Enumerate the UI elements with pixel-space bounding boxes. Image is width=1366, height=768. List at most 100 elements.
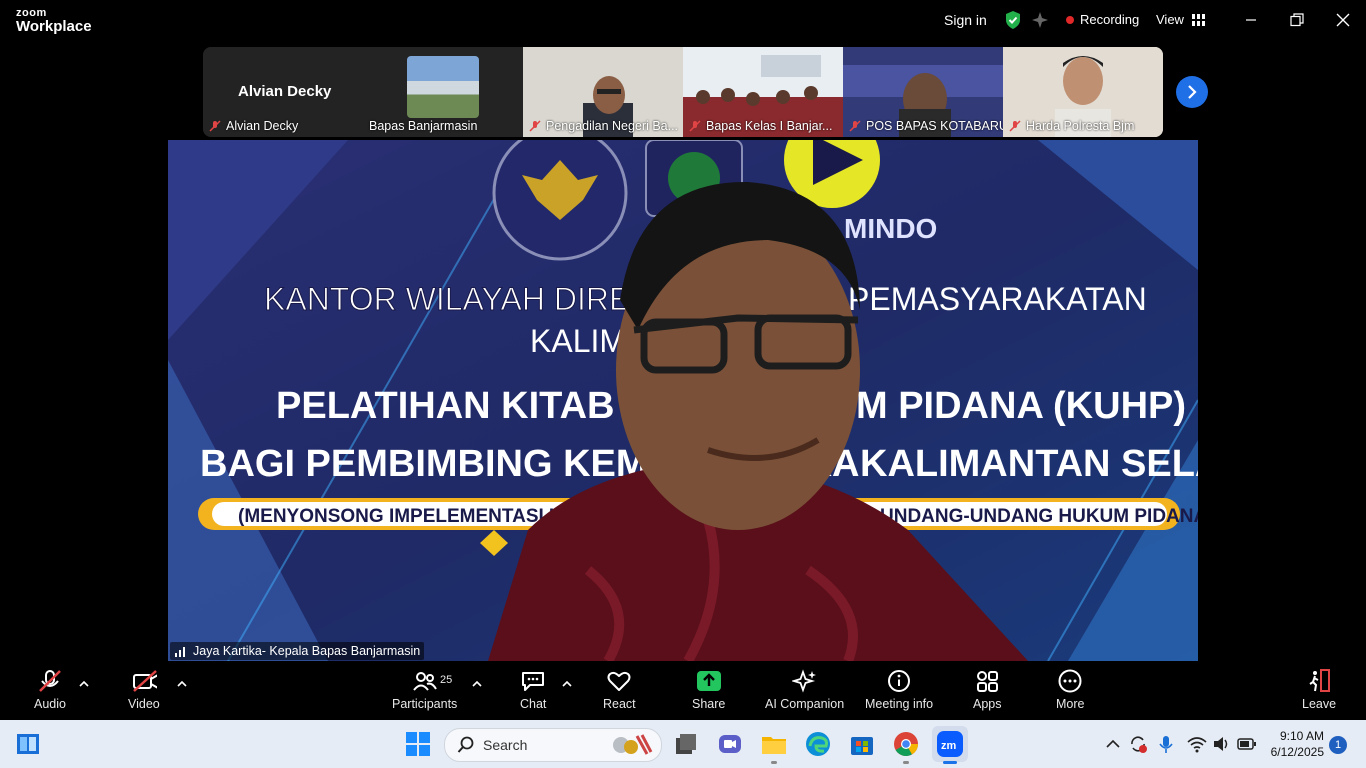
- view-button[interactable]: View: [1156, 12, 1205, 27]
- mic-muted-icon: [209, 120, 221, 132]
- participant-image: [407, 56, 479, 118]
- notification-badge[interactable]: 1: [1329, 736, 1347, 754]
- ai-companion-label: AI Companion: [765, 697, 845, 711]
- search-icon: [457, 736, 474, 753]
- chat-icon: [522, 672, 545, 691]
- minimize-icon: [1246, 19, 1256, 21]
- more-button[interactable]: More: [1056, 669, 1084, 717]
- more-label: More: [1056, 697, 1085, 711]
- chevron-up-icon[interactable]: [1105, 736, 1121, 757]
- shield-check-icon[interactable]: [1003, 10, 1023, 30]
- chrome-browser-icon[interactable]: [892, 730, 920, 758]
- video-off-icon: [132, 670, 157, 692]
- participant-thumbnail[interactable]: Pengadilan Negeri Ba...: [523, 47, 683, 137]
- task-view-icon[interactable]: [16, 732, 40, 756]
- clock-date[interactable]: 6/12/2025: [1266, 745, 1324, 759]
- meeting-info-label: Meeting info: [865, 697, 934, 711]
- mic-muted-icon: [1009, 120, 1021, 132]
- microsoft-store-icon[interactable]: [848, 730, 876, 758]
- share-button[interactable]: Share: [692, 669, 725, 717]
- main-speaker-video[interactable]: MINDO KANTOR WILAYAH DIREKTO PEMASYARAKA…: [168, 140, 1198, 661]
- participant-name: Alvian Decky: [226, 119, 299, 133]
- taskbar-search-box[interactable]: Search: [444, 728, 662, 762]
- recording-dot-icon: [1066, 15, 1074, 24]
- microphone-icon[interactable]: [1158, 734, 1174, 759]
- share-label: Share: [692, 697, 726, 711]
- participant-thumbnail[interactable]: Bapas Banjarmasin: [363, 47, 523, 137]
- apps-label: Apps: [973, 697, 1002, 711]
- chevron-right-icon: [1188, 85, 1197, 99]
- audio-label: Audio: [34, 697, 66, 711]
- ai-sparkle-icon[interactable]: [1031, 10, 1051, 30]
- edge-browser-icon[interactable]: [804, 730, 832, 758]
- start-windows-icon[interactable]: [404, 730, 432, 758]
- participants-icon: [412, 672, 437, 691]
- ai-sparkle-icon: [791, 669, 816, 693]
- restore-button[interactable]: [1283, 8, 1311, 32]
- participant-name: Harda Polresta Bjm: [1026, 119, 1135, 133]
- meeting-info-button[interactable]: Meeting info: [865, 669, 933, 717]
- audio-options-chevron-up-icon[interactable]: [79, 679, 89, 689]
- grid-view-icon: [1191, 13, 1205, 26]
- search-highlight-icon: [613, 734, 653, 755]
- react-button[interactable]: React: [603, 669, 636, 717]
- video-label: Video: [128, 697, 160, 711]
- signal-strength-icon: [175, 647, 185, 657]
- mic-muted-icon: [689, 120, 701, 132]
- recording-label: Recording: [1080, 12, 1140, 27]
- apps-icon: [977, 671, 999, 692]
- volume-icon[interactable]: [1212, 735, 1232, 758]
- leave-label: Leave: [1302, 697, 1337, 711]
- participants-label: Participants: [392, 697, 458, 711]
- heart-icon: [607, 671, 631, 691]
- participant-name: Pengadilan Negeri Ba...: [546, 119, 679, 133]
- sign-in-link[interactable]: Sign in: [944, 12, 987, 28]
- sync-alert-icon[interactable]: [1128, 734, 1148, 759]
- participant-thumbnail[interactable]: Alvian Decky Alvian Decky: [203, 47, 363, 137]
- close-icon: [1336, 13, 1350, 27]
- info-icon: [888, 670, 911, 692]
- participant-thumbnail[interactable]: Harda Polresta Bjm: [1003, 47, 1163, 137]
- audio-button[interactable]: Audio: [34, 669, 66, 717]
- ai-companion-button[interactable]: AI Companion: [765, 669, 844, 717]
- clock-time[interactable]: 9:10 AM: [1276, 729, 1324, 743]
- meeting-toolbar: Audio Video Participants 25 Chat React S…: [0, 661, 1366, 720]
- react-label: React: [603, 697, 636, 711]
- participants-options-chevron-up-icon[interactable]: [472, 679, 482, 689]
- speaker-name-tag: Jaya Kartika- Kepala Bapas Banjarmasin: [170, 642, 425, 660]
- participant-thumbnail[interactable]: POS BAPAS KOTABARU: [843, 47, 1003, 137]
- participant-name: Bapas Banjarmasin: [369, 119, 478, 133]
- minimize-button[interactable]: [1237, 8, 1265, 32]
- wifi-icon[interactable]: [1187, 735, 1207, 758]
- chat-options-chevron-up-icon[interactable]: [562, 679, 572, 689]
- task-manager-icon[interactable]: [672, 730, 700, 758]
- participant-thumbnail-strip: Alvian Decky Alvian Decky Bapas Banjarma…: [203, 47, 1163, 137]
- mic-muted-icon: [39, 670, 61, 692]
- participants-count-badge: 25: [440, 674, 453, 686]
- file-explorer-icon[interactable]: [760, 730, 788, 758]
- speaker-name: Jaya Kartika- Kepala Bapas Banjarmasin: [193, 644, 421, 658]
- video-options-chevron-up-icon[interactable]: [177, 679, 187, 689]
- chat-label: Chat: [520, 697, 547, 711]
- next-page-button[interactable]: [1176, 76, 1208, 108]
- participant-display-name: Alvian Decky: [238, 83, 332, 100]
- close-button[interactable]: [1329, 8, 1357, 32]
- participant-thumbnail[interactable]: Bapas Kelas I Banjar...: [683, 47, 843, 137]
- teams-meet-icon[interactable]: [716, 730, 744, 758]
- app-running-indicator: [903, 761, 909, 764]
- apps-button[interactable]: Apps: [973, 669, 1002, 717]
- app-active-indicator: [943, 761, 957, 764]
- video-button[interactable]: Video: [128, 669, 160, 717]
- zoom-app-icon[interactable]: zm: [936, 730, 964, 758]
- app-running-indicator: [771, 761, 777, 764]
- participant-name: POS BAPAS KOTABARU: [866, 119, 1003, 133]
- battery-icon[interactable]: [1237, 737, 1257, 756]
- recording-indicator[interactable]: Recording: [1066, 12, 1139, 27]
- leave-button[interactable]: Leave: [1302, 669, 1336, 717]
- view-label: View: [1156, 12, 1184, 27]
- app-logo-bottom: Workplace: [16, 18, 92, 35]
- chat-button[interactable]: Chat: [520, 669, 546, 717]
- share-screen-icon: [696, 671, 721, 691]
- search-placeholder: Search: [483, 737, 528, 753]
- mic-muted-icon: [529, 120, 541, 132]
